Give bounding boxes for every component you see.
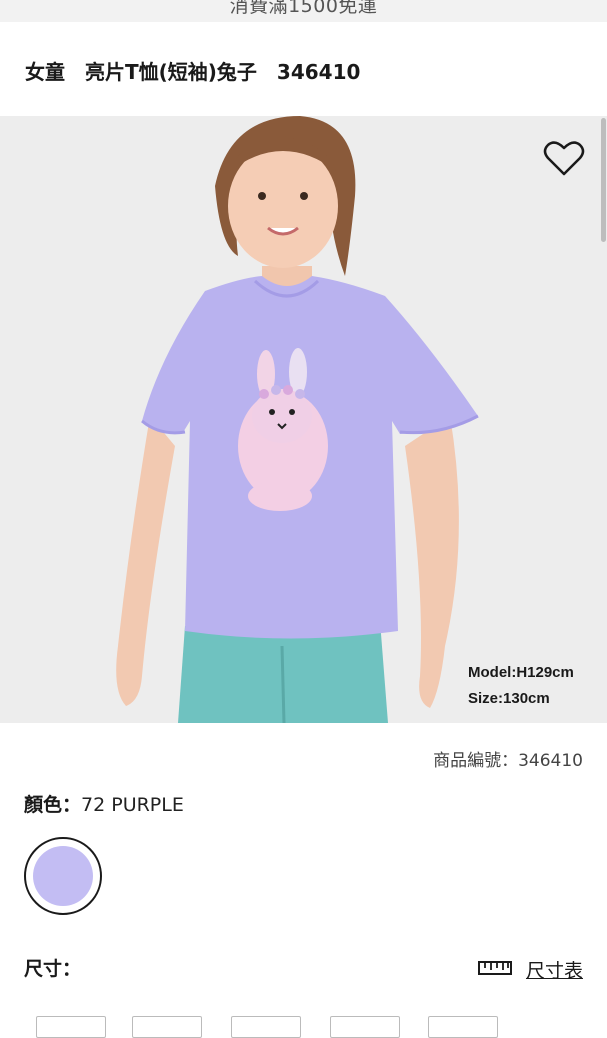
favorite-heart-icon[interactable] [543,139,585,177]
size-chart-link[interactable]: 尺寸表 [477,956,583,983]
scrollbar[interactable] [601,118,606,242]
promo-banner: 消費滿1500免運 [0,0,607,22]
size-option[interactable] [132,1016,202,1038]
size-option[interactable] [231,1016,301,1038]
model-size: Size:130cm [468,690,550,707]
product-image[interactable] [0,116,607,723]
size-label: 尺寸： [24,958,82,980]
size-option[interactable] [36,1016,106,1038]
product-title: 女童 亮片T恤(短袖)兔子 346410 [25,60,361,84]
size-option[interactable] [330,1016,400,1038]
size-chart-label: 尺寸表 [525,960,583,982]
product-code: 商品編號：346410 [433,751,583,771]
promo-text: 消費滿1500免運 [229,0,378,17]
swatch-fill [33,846,93,906]
color-label: 顏色： [24,794,82,816]
model-size-info: Model:H129cm Size:130cm [468,660,574,712]
model-height: Model:H129cm [468,664,574,681]
color-value: 72 PURPLE [81,794,184,816]
color-row: 顏色：72 PURPLE [24,790,184,817]
color-swatch-purple[interactable] [24,837,102,915]
size-option[interactable] [428,1016,498,1038]
ruler-icon [477,959,512,981]
